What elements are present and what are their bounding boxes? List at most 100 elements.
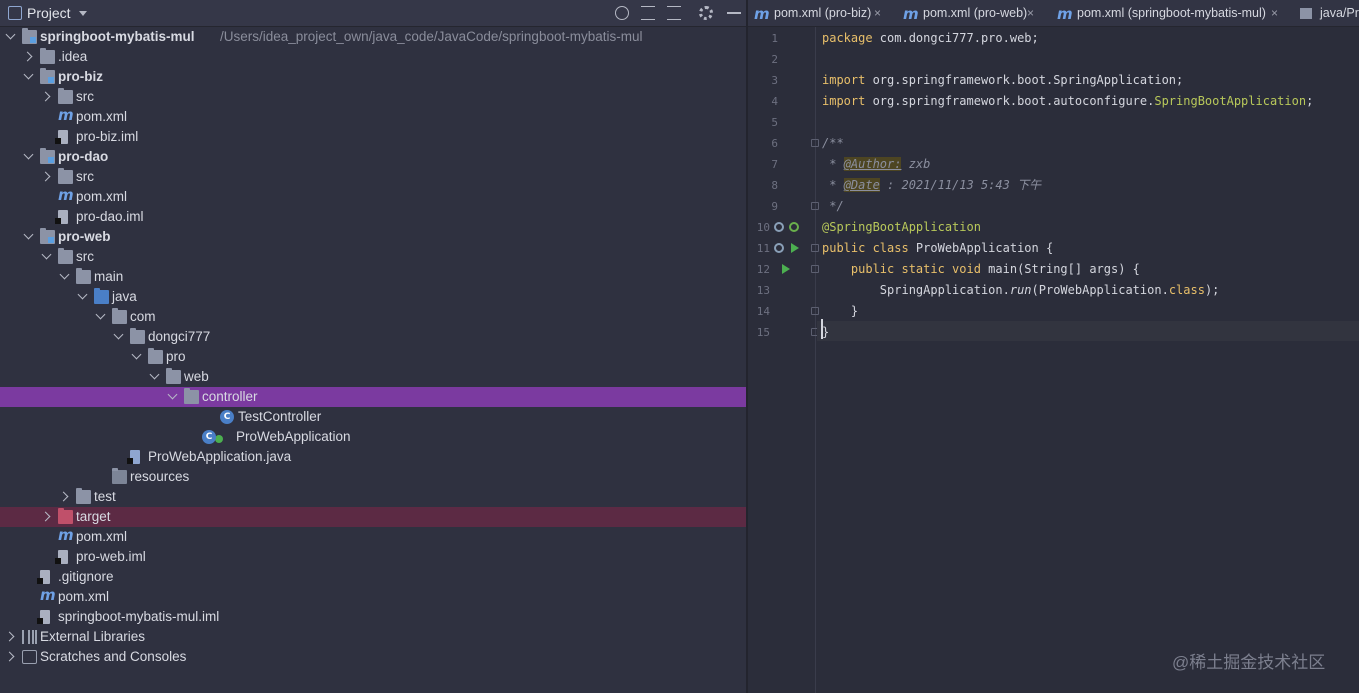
- chevron-down-icon[interactable]: [149, 369, 160, 380]
- editor-tab[interactable]: java/Pr: [1294, 0, 1359, 26]
- tree-item-label: .idea: [58, 49, 88, 64]
- tree-item[interactable]: External Libraries: [0, 627, 746, 647]
- tree-item-label: dongci777: [148, 329, 211, 344]
- tree-item[interactable]: web: [0, 367, 746, 387]
- line-number: 8: [771, 179, 778, 192]
- editor-tab[interactable]: m pom.xml (pro-biz) ×: [748, 0, 897, 26]
- line-number: 15: [756, 326, 770, 339]
- chevron-down-icon[interactable]: [113, 329, 124, 340]
- code-token: SpringApplication.: [822, 283, 1010, 297]
- chevron-down-icon[interactable]: [59, 269, 70, 280]
- project-view-selector[interactable]: Project: [27, 5, 71, 21]
- tree-item-label: com: [130, 309, 156, 324]
- collapse-all-icon[interactable]: [667, 6, 681, 20]
- chevron-right-icon[interactable]: [22, 51, 33, 62]
- tree-item[interactable]: pro: [0, 347, 746, 367]
- tree-item-label: ProWebApplication.java: [148, 449, 292, 464]
- chevron-right-icon[interactable]: [40, 91, 51, 102]
- tree-item[interactable]: pro-web.iml: [0, 547, 746, 567]
- chevron-right-icon[interactable]: [4, 651, 15, 662]
- tree-item[interactable]: main: [0, 267, 746, 287]
- code-line: * @Author: zxb: [822, 154, 930, 175]
- close-icon[interactable]: ×: [1271, 6, 1278, 20]
- tree-item[interactable]: m pom.xml: [0, 587, 746, 607]
- tree-item[interactable]: m pom.xml: [0, 187, 746, 207]
- tree-item[interactable]: .idea: [0, 47, 746, 67]
- editor-tab[interactable]: m pom.xml (pro-web) ×: [897, 0, 1051, 26]
- spring-leaf-icon[interactable]: [789, 222, 799, 232]
- tree-item[interactable]: pro-web: [0, 227, 746, 247]
- line-number: 5: [771, 116, 778, 129]
- code-token: /**: [822, 136, 844, 150]
- folder-icon: [1300, 8, 1312, 19]
- module-folder-icon: [40, 68, 55, 84]
- tree-item[interactable]: pro-biz: [0, 67, 746, 87]
- gear-icon[interactable]: [699, 6, 713, 20]
- close-icon[interactable]: ×: [874, 6, 881, 20]
- chevron-right-icon[interactable]: [58, 491, 69, 502]
- chevron-down-icon[interactable]: [23, 69, 34, 80]
- tree-item[interactable]: test: [0, 487, 746, 507]
- tree-item[interactable]: .gitignore: [0, 567, 746, 587]
- chevron-down-icon[interactable]: [23, 149, 34, 160]
- chevron-down-icon[interactable]: [79, 11, 87, 16]
- spring-bean-icon[interactable]: [774, 222, 784, 232]
- tree-item[interactable]: controller: [0, 387, 746, 407]
- run-icon[interactable]: [782, 264, 790, 274]
- tree-item[interactable]: m pom.xml: [0, 527, 746, 547]
- chevron-down-icon[interactable]: [77, 289, 88, 300]
- tree-item[interactable]: C TestController: [0, 407, 746, 427]
- chevron-down-icon[interactable]: [95, 309, 106, 320]
- tree-item[interactable]: m pom.xml: [0, 107, 746, 127]
- tree-item[interactable]: Scratches and Consoles: [0, 647, 746, 667]
- fold-marker-icon[interactable]: [811, 139, 819, 147]
- tree-item[interactable]: ProWebApplication.java: [0, 447, 746, 467]
- chevron-down-icon[interactable]: [167, 389, 178, 400]
- fold-marker-icon[interactable]: [811, 244, 819, 252]
- project-view-icon: [8, 6, 22, 20]
- tree-item[interactable]: src: [0, 167, 746, 187]
- code-token: (ProWebApplication.: [1031, 283, 1169, 297]
- chevron-down-icon[interactable]: [41, 249, 52, 260]
- spring-bean-icon[interactable]: [774, 243, 784, 253]
- chevron-down-icon[interactable]: [131, 349, 142, 360]
- tree-item-label: src: [76, 169, 94, 184]
- tree-item[interactable]: target: [0, 507, 746, 527]
- fold-marker-icon[interactable]: [811, 202, 819, 210]
- tab-label: java/Pr: [1320, 6, 1359, 20]
- tree-item[interactable]: src: [0, 247, 746, 267]
- gitignore-icon: [37, 570, 50, 584]
- editor-tab[interactable]: m pom.xml (springboot-mybatis-mul) ×: [1051, 0, 1294, 26]
- code-token: main(String[] args) {: [980, 262, 1140, 276]
- tree-item[interactable]: java: [0, 287, 746, 307]
- crosshair-icon[interactable]: [615, 6, 629, 20]
- chevron-right-icon[interactable]: [40, 511, 51, 522]
- code-token: package: [822, 31, 873, 45]
- hide-icon[interactable]: [727, 12, 741, 14]
- package-icon: [148, 348, 163, 364]
- code-token: public static void: [850, 262, 981, 276]
- chevron-right-icon[interactable]: [40, 171, 51, 182]
- tree-item[interactable]: springboot-mybatis-mul.iml: [0, 607, 746, 627]
- chevron-down-icon[interactable]: [23, 229, 34, 240]
- tree-item[interactable]: springboot-mybatis-mul/Users/idea_projec…: [0, 27, 746, 47]
- chevron-down-icon[interactable]: [5, 29, 16, 40]
- tree-item[interactable]: C ProWebApplication: [0, 427, 746, 447]
- tree-item[interactable]: pro-biz.iml: [0, 127, 746, 147]
- run-icon[interactable]: [791, 243, 799, 253]
- chevron-right-icon[interactable]: [4, 631, 15, 642]
- class-icon: C: [220, 410, 234, 424]
- fold-marker-icon[interactable]: [811, 265, 819, 273]
- package-icon: [130, 328, 145, 344]
- expand-all-icon[interactable]: [641, 6, 655, 20]
- tree-item[interactable]: com: [0, 307, 746, 327]
- tree-item[interactable]: pro-dao: [0, 147, 746, 167]
- tree-item[interactable]: dongci777: [0, 327, 746, 347]
- fold-marker-icon[interactable]: [811, 307, 819, 315]
- close-icon[interactable]: ×: [1027, 6, 1034, 20]
- maven-icon: m: [754, 5, 770, 23]
- tree-item[interactable]: resources: [0, 467, 746, 487]
- tree-item[interactable]: pro-dao.iml: [0, 207, 746, 227]
- tree-item[interactable]: src: [0, 87, 746, 107]
